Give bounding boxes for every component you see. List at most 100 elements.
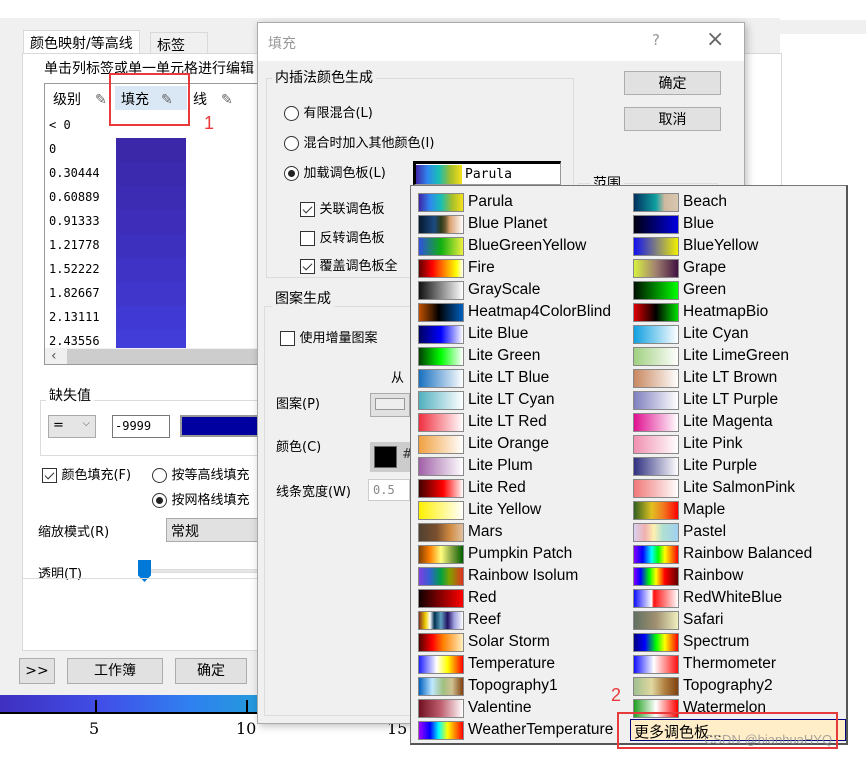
missing-color-swatch[interactable] — [180, 415, 260, 437]
fill-cancel-button[interactable]: 取消 — [624, 107, 721, 131]
palette-item[interactable]: Lite Purple — [633, 455, 757, 477]
palette-item[interactable]: Lite Yellow — [418, 499, 541, 521]
fill-color-cell[interactable] — [116, 210, 186, 234]
table-row[interactable]: 1.52222 — [45, 258, 263, 282]
palette-item[interactable]: Pumpkin Patch — [418, 543, 572, 565]
line-width-input[interactable]: 0.5 — [368, 479, 410, 501]
palette-item[interactable]: Lite Green — [418, 345, 540, 367]
expand-button[interactable]: >> — [19, 658, 55, 684]
column-header-level[interactable]: 级别 ✎ — [53, 89, 107, 109]
scrollbar-thumb[interactable] — [67, 349, 263, 364]
table-row[interactable]: 0.30444 — [45, 162, 263, 186]
fill-color-cell[interactable] — [116, 186, 186, 210]
fill-ok-button[interactable]: 确定 — [624, 71, 721, 95]
palette-item[interactable]: Beach — [633, 191, 727, 213]
palette-item[interactable]: Lite LT Brown — [633, 367, 777, 389]
scale-mode-label: 缩放模式(R) — [38, 525, 110, 540]
palette-item[interactable]: BlueYellow — [633, 235, 758, 257]
scroll-left-icon[interactable]: ‹ — [51, 348, 57, 364]
palette-item[interactable]: Rainbow Balanced — [633, 543, 812, 565]
fill-color-cell[interactable] — [116, 234, 186, 258]
palette-item[interactable]: Rainbow — [633, 565, 743, 587]
palette-item[interactable]: Lite Pink — [633, 433, 742, 455]
operator-select[interactable]: = ⌵ — [48, 415, 96, 438]
palette-item[interactable]: Grape — [633, 257, 726, 279]
palette-combobox[interactable]: Parula — [413, 161, 561, 185]
palette-item[interactable]: Topography2 — [633, 675, 773, 697]
help-icon[interactable]: ? — [652, 31, 660, 49]
table-row[interactable]: 0.60889 — [45, 186, 263, 210]
fill-by-contour-radio[interactable]: 按等高线填充 — [152, 464, 249, 483]
palette-item[interactable]: Temperature — [418, 653, 555, 675]
palette-item[interactable]: Green — [633, 279, 726, 301]
palette-item[interactable]: Maple — [633, 499, 725, 521]
palette-item[interactable]: Lite Red — [418, 477, 526, 499]
palette-item[interactable]: RedWhiteBlue — [633, 587, 782, 609]
pattern-color-button[interactable]: # — [370, 442, 413, 472]
load-palette-radio[interactable]: 加载调色板(L) — [284, 162, 386, 181]
fill-by-grid-radio[interactable]: 按网格线填充 — [152, 489, 249, 508]
limited-mix-radio[interactable]: 有限混合(L) — [284, 102, 373, 121]
palette-item[interactable]: Fire — [418, 257, 495, 279]
palette-swatch — [633, 566, 679, 586]
tab-colormap-contour[interactable]: 颜色映射/等高线 — [23, 30, 140, 54]
use-increment-checkbox[interactable]: 使用增量图案 — [280, 327, 377, 346]
palette-item[interactable]: Lite LT Blue — [418, 367, 549, 389]
palette-item[interactable]: Lite LimeGreen — [633, 345, 789, 367]
palette-item[interactable]: Thermometer — [633, 653, 776, 675]
scale-mode-select[interactable]: 常规 — [166, 518, 266, 542]
palette-item[interactable]: Lite SalmonPink — [633, 477, 795, 499]
palette-item[interactable]: Lite Blue — [418, 323, 528, 345]
pattern-select[interactable] — [370, 393, 410, 417]
horizontal-scrollbar[interactable]: ‹ — [45, 348, 263, 364]
palette-item[interactable]: WeatherTemperature — [418, 719, 613, 741]
mix-other-colors-radio[interactable]: 混合时加入其他颜色(I) — [284, 132, 434, 151]
table-row[interactable]: 2.13111 — [45, 306, 263, 330]
palette-item[interactable]: Blue Planet — [418, 213, 547, 235]
palette-item[interactable]: Red — [418, 587, 496, 609]
fill-color-cell[interactable] — [116, 138, 186, 162]
palette-item[interactable]: Topography1 — [418, 675, 558, 697]
palette-item[interactable]: Mars — [418, 521, 502, 543]
palette-item[interactable]: Lite Cyan — [633, 323, 748, 345]
missing-value-input[interactable]: -9999 — [112, 415, 170, 438]
color-fill-checkbox[interactable]: 颜色填充(F) — [42, 464, 131, 483]
table-row[interactable]: 0 — [45, 138, 263, 162]
palette-item[interactable]: HeatmapBio — [633, 301, 768, 323]
fill-color-cell[interactable] — [116, 258, 186, 282]
palette-item[interactable]: Rainbow Isolum — [418, 565, 578, 587]
palette-item[interactable]: Lite LT Red — [418, 411, 547, 433]
palette-item[interactable]: Solar Storm — [418, 631, 550, 653]
table-row[interactable]: 1.82667 — [45, 282, 263, 306]
ok-button[interactable]: 确定 — [175, 658, 247, 684]
reverse-palette-checkbox[interactable]: 反转调色板 — [300, 227, 384, 246]
palette-item[interactable]: Spectrum — [633, 631, 749, 653]
override-palette-checkbox[interactable]: 覆盖调色板全 — [300, 255, 397, 274]
palette-item[interactable]: BlueGreenYellow — [418, 235, 586, 257]
table-row[interactable]: 1.21778 — [45, 234, 263, 258]
fill-color-cell[interactable] — [116, 162, 186, 186]
palette-item[interactable]: Lite Plum — [418, 455, 533, 477]
palette-item[interactable]: Blue — [633, 213, 714, 235]
workbook-button[interactable]: 工作簿 — [67, 658, 163, 684]
palette-item[interactable]: Lite Orange — [418, 433, 549, 455]
close-icon[interactable]: × — [706, 27, 724, 52]
palette-item[interactable]: Pastel — [633, 521, 726, 543]
transparency-track[interactable] — [140, 569, 260, 573]
column-header-line[interactable]: 线 ✎ — [193, 89, 233, 109]
tab-labels[interactable]: 标签 — [150, 32, 208, 54]
palette-item[interactable]: Heatmap4ColorBlind — [418, 301, 611, 323]
table-row[interactable]: 0.91333 — [45, 210, 263, 234]
palette-item[interactable]: Lite LT Cyan — [418, 389, 554, 411]
fill-color-cell[interactable] — [116, 282, 186, 306]
palette-item[interactable]: Parula — [418, 191, 513, 213]
palette-item[interactable]: Safari — [633, 609, 724, 631]
palette-item[interactable]: Lite Magenta — [633, 411, 773, 433]
palette-item[interactable]: GrayScale — [418, 279, 540, 301]
annotation-marker-1: 1 — [204, 113, 215, 133]
palette-item[interactable]: Reef — [418, 609, 501, 631]
palette-item[interactable]: Lite LT Purple — [633, 389, 778, 411]
palette-item[interactable]: Valentine — [418, 697, 531, 719]
link-palette-checkbox[interactable]: 关联调色板 — [300, 198, 384, 217]
fill-color-cell[interactable] — [116, 306, 186, 330]
